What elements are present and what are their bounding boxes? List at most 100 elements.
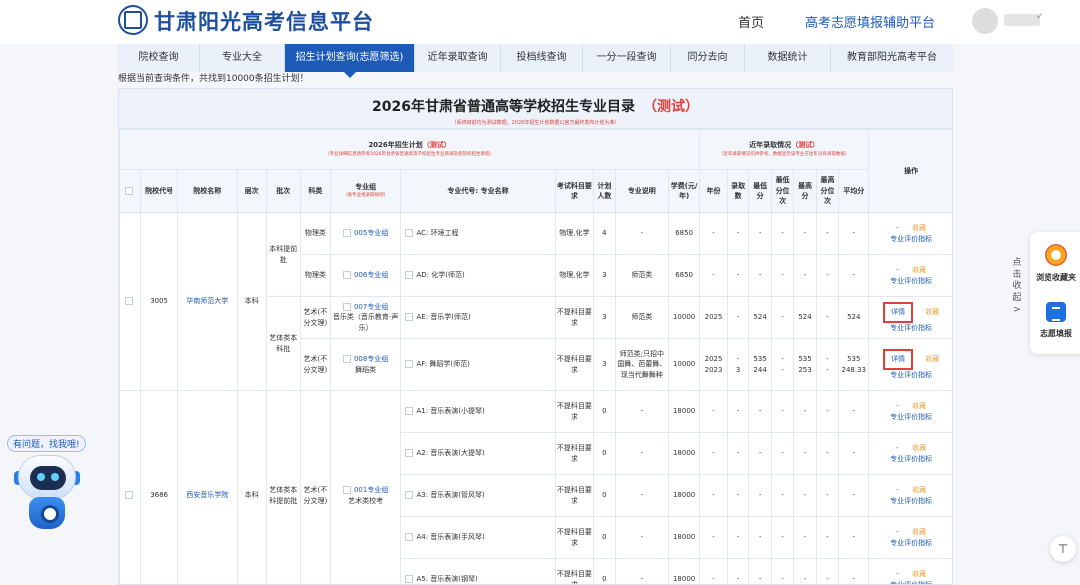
group-checkbox[interactable] (342, 486, 351, 494)
table-row: 3686 西安音乐学院 本科 艺体类本科提前批 艺术(不分文理) 001专业组艺… (119, 390, 952, 584)
th-max-rank: 最高分位次 (815, 169, 840, 213)
favorites-button[interactable]: 浏览收藏夹 (1030, 244, 1080, 283)
tab-admission-history[interactable]: 近年录取查询 (415, 44, 501, 72)
ops-cell: - 收藏 专业评价指标 (868, 212, 952, 255)
eval-link[interactable]: 专业评价指标 (890, 455, 932, 463)
max-score-cell: - (793, 254, 817, 297)
major-checkbox[interactable] (405, 407, 414, 416)
user-name-redacted[interactable] (1004, 14, 1040, 26)
robot-assistant-icon[interactable] (14, 455, 80, 537)
fav-button[interactable]: 收藏 (925, 308, 939, 316)
tab-score-rank[interactable]: 一分一段查询 (583, 44, 671, 72)
major-note-cell: 师范类;只招中国舞、芭蕾舞、现当代舞舞种 (614, 338, 670, 391)
tab-majors[interactable]: 专业大全 (200, 44, 285, 72)
eval-link[interactable]: 专业评价指标 (890, 413, 932, 421)
history-section-header: 近年录取情况（测试） （近年录取情况仅供参考，数据显示该专业在往年没有录取数据） (699, 129, 870, 170)
plan-count-cell: 0 (593, 390, 616, 433)
fav-button[interactable]: 收藏 (912, 266, 926, 274)
fav-button[interactable]: 收藏 (925, 355, 939, 363)
school-level: 本科 (236, 212, 267, 391)
user-avatar[interactable] (972, 8, 998, 34)
school-level: 本科 (236, 390, 267, 584)
group-link[interactable]: 008专业组 (354, 355, 388, 363)
tab-enrollment-plan[interactable]: 招生计划查询(志愿筛选) (285, 44, 415, 78)
min-score-cell: - (748, 254, 772, 297)
eval-link[interactable]: 专业评价指标 (890, 581, 932, 585)
ops-cell: 详情 收藏 专业评价指标 (868, 338, 952, 391)
back-to-top-icon[interactable]: ⊤ (1050, 536, 1076, 562)
eval-link[interactable]: 专业评价指标 (890, 539, 932, 547)
eval-link[interactable]: 专业评价指标 (890, 371, 932, 379)
major-checkbox[interactable] (405, 313, 414, 322)
fav-button[interactable]: 收藏 (912, 402, 926, 410)
th-min-rank: 最低分位次 (770, 169, 795, 213)
eval-link[interactable]: 专业评价指标 (890, 277, 932, 285)
group-checkbox[interactable] (342, 271, 351, 280)
major-cell: A3: 音乐表演(管风琴) (400, 474, 556, 517)
school-name-link[interactable]: 西安音乐学院 (176, 390, 238, 584)
admitted-cell: - (726, 516, 750, 559)
dropdown-check-icon[interactable]: ✓ (1036, 12, 1044, 22)
fav-button[interactable]: 收藏 (912, 528, 926, 536)
fav-button[interactable]: 收藏 (912, 570, 926, 578)
tab-same-score[interactable]: 同分去向 (671, 44, 745, 72)
favorites-icon (1045, 244, 1067, 266)
major-checkbox[interactable] (405, 229, 414, 238)
batch-cell: 本科提前批 (265, 212, 301, 297)
quick-access-panel: 浏览收藏夹 志愿填报 (1030, 232, 1080, 354)
nav-home-link[interactable]: 首页 (738, 12, 764, 31)
major-checkbox[interactable] (405, 491, 414, 500)
th-avg-score: 平均分 (838, 169, 870, 213)
min-rank-cell: - (770, 254, 795, 297)
tuition-cell: 10000 (668, 338, 701, 391)
group-link[interactable]: 007专业组 (354, 303, 388, 311)
group-checkbox[interactable] (342, 302, 351, 311)
fav-button[interactable]: 收藏 (912, 486, 926, 494)
fav-button[interactable]: 收藏 (912, 224, 926, 232)
eval-link[interactable]: 专业评价指标 (890, 235, 932, 243)
select-all-checkbox[interactable] (124, 186, 133, 195)
group-checkbox[interactable] (342, 229, 351, 238)
major-checkbox[interactable] (405, 575, 414, 584)
major-cell: AE: 音乐学(师范) (400, 296, 556, 339)
tab-school-search[interactable]: 院校查询 (118, 44, 200, 72)
major-checkbox[interactable] (405, 533, 414, 542)
year-cell: - (699, 558, 728, 584)
group-link[interactable]: 006专业组 (354, 271, 388, 279)
tab-moe-platform[interactable]: 教育部阳光高考平台 (831, 44, 953, 72)
eval-link[interactable]: 专业评价指标 (890, 324, 932, 332)
detail-button[interactable]: 详情 (883, 349, 914, 370)
avg-score-cell: - (838, 432, 870, 475)
plan-count-cell: 0 (593, 558, 616, 584)
th-major-note: 专业说明 (614, 169, 670, 213)
nav-assist-link[interactable]: 高考志愿填报辅助平台 (805, 12, 935, 31)
row-select-cell (119, 390, 142, 584)
help-bubble[interactable]: 有问题，找我哦! (7, 435, 86, 452)
avg-score-cell: - (838, 474, 870, 517)
robot-body (29, 497, 65, 529)
tuition-cell: 18000 (668, 516, 701, 559)
major-note-cell: - (614, 432, 670, 475)
detail-button[interactable]: 详情 (883, 302, 914, 323)
eval-link[interactable]: 专业评价指标 (890, 497, 932, 505)
row-checkbox[interactable] (124, 491, 133, 500)
year-cell: - (699, 212, 728, 255)
collapse-toggle[interactable]: 点击收起 > (1010, 258, 1024, 316)
major-checkbox[interactable] (405, 360, 414, 369)
tab-statistics[interactable]: 数据统计 (745, 44, 831, 72)
group-checkbox[interactable] (342, 355, 351, 363)
tab-cutoff-lines[interactable]: 投档线查询 (501, 44, 583, 72)
group-link[interactable]: 001专业组 (354, 486, 388, 494)
major-cell: A2: 音乐表演(大提琴) (400, 432, 556, 475)
school-name-link[interactable]: 华南师范大学 (176, 212, 238, 391)
admitted-cell: -3 (726, 338, 750, 391)
site-logo-icon[interactable] (118, 5, 148, 35)
group-link[interactable]: 005专业组 (354, 229, 388, 237)
fav-button[interactable]: 收藏 (912, 444, 926, 452)
admitted-cell: - (726, 390, 750, 433)
major-checkbox[interactable] (405, 449, 414, 458)
major-checkbox[interactable] (405, 271, 414, 280)
site-title[interactable]: 甘肃阳光高考信息平台 (154, 6, 374, 36)
row-checkbox[interactable] (124, 297, 133, 306)
application-fill-button[interactable]: 志愿填报 (1030, 302, 1080, 339)
